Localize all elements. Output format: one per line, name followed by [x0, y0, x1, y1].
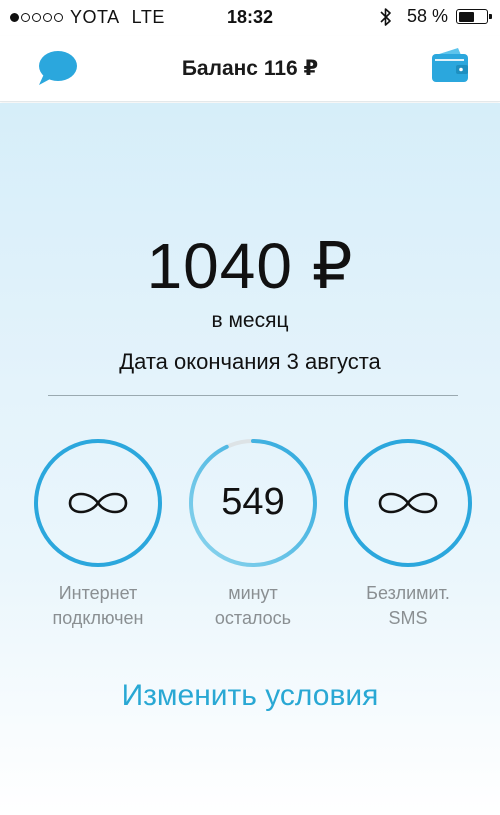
infinity-icon	[378, 492, 438, 514]
balance-title: Баланс 116 ₽	[181, 57, 319, 80]
caption-line: Безлимит.	[366, 583, 450, 603]
tariff-end-date: Дата окончания 3 августа	[119, 349, 381, 374]
infinity-icon	[68, 492, 128, 514]
caption-line: SMS	[388, 608, 428, 628]
caption-line: Интернет	[58, 583, 138, 603]
minutes-gauge[interactable]: 549	[188, 438, 318, 568]
status-bar: YOTA LTE 18:32 58 %	[0, 0, 500, 36]
battery-level	[458, 11, 475, 22]
internet-gauge[interactable]	[33, 438, 163, 568]
wallet-icon	[432, 48, 468, 82]
caption-line: подключен	[52, 608, 144, 628]
wallet-button[interactable]	[430, 46, 470, 84]
sms-caption: Безлимит. SMS	[328, 581, 488, 631]
minutes-remaining: 549	[221, 481, 285, 523]
battery-icon	[456, 9, 492, 24]
tariff-period: в месяц	[211, 309, 289, 332]
status-right: 58 %	[379, 6, 492, 27]
minutes-caption: минут осталось	[173, 581, 333, 631]
caption-line: минут	[228, 583, 278, 603]
sms-gauge[interactable]	[343, 438, 473, 568]
internet-ring	[34, 439, 162, 567]
internet-caption: Интернет подключен	[18, 581, 178, 631]
divider	[48, 395, 458, 396]
tariff-price: 1040 ₽	[146, 230, 354, 302]
tariff-panel: 1040 ₽ в месяц Дата окончания 3 августа …	[0, 103, 500, 815]
battery-percent: 58 %	[406, 6, 448, 26]
change-terms-link[interactable]: Изменить условия	[0, 679, 500, 713]
sms-ring	[344, 439, 472, 567]
nav-bar: Баланс 116 ₽	[0, 36, 500, 102]
caption-line: осталось	[214, 608, 292, 628]
bluetooth-icon	[380, 7, 391, 26]
